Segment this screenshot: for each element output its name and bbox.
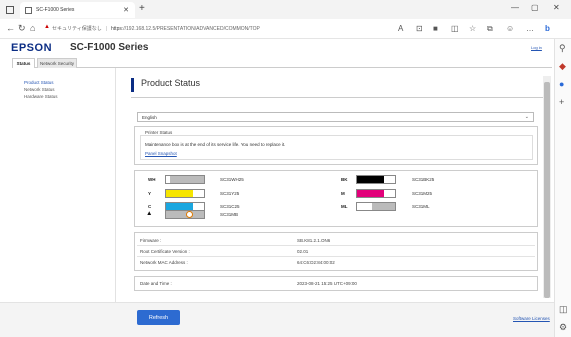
close-window-icon[interactable]: ✕ — [553, 3, 560, 12]
new-tab-icon[interactable]: + — [139, 3, 145, 14]
ink-bar-ml — [356, 202, 396, 211]
page-tabs: Status Network Security — [12, 57, 552, 68]
ink-fill-ml — [357, 203, 373, 210]
app-icon[interactable]: ■ — [433, 24, 438, 33]
ink-bar-m — [356, 189, 396, 198]
home-icon[interactable]: ⌂ — [30, 23, 35, 33]
info-divider — [137, 245, 535, 246]
settings-icon[interactable]: ⚙ — [559, 322, 567, 333]
split-icon[interactable]: ◫ — [451, 24, 459, 33]
info-value-mac: 64:C6:D2:84:00:02 — [297, 260, 335, 265]
maintenance-box-bar — [165, 210, 205, 219]
info-label-mac: Network MAC Address : — [140, 260, 188, 265]
ink-label-m: M — [341, 191, 345, 196]
window-menu-icon[interactable] — [6, 5, 14, 14]
printer-status-message: Maintenance box is at the end of its ser… — [145, 142, 286, 147]
url-field[interactable]: セキュリティ保護なし | https://192.168.12.5/PRESENTA… — [52, 25, 260, 32]
close-tab-icon[interactable]: ✕ — [123, 6, 129, 14]
address-bar: ← ↻ ⌂ ▲ セキュリティ保護なし | https://192.168.12.5/… — [0, 19, 571, 39]
ink-label-c: C — [148, 204, 152, 209]
shopping-icon[interactable]: ◆ — [559, 61, 566, 72]
datetime-value: 2023-08-21 15:25 UTC+09:00 — [297, 281, 357, 286]
search-icon[interactable]: ⚲ — [559, 43, 566, 54]
extension-icon[interactable]: ⊡ — [416, 24, 423, 33]
software-licenses-link[interactable]: Software Licenses — [513, 316, 550, 321]
url-https: https — [111, 26, 122, 32]
maintenance-box-alert-icon — [186, 211, 193, 218]
datetime-label: Date and Time : — [140, 281, 172, 286]
info-value-firmware: SB.K81.2.1.ON6 — [297, 238, 331, 243]
info-label-root-cert: Root Certificate Version : — [140, 249, 190, 254]
favorites-icon[interactable]: ☆ — [469, 24, 476, 33]
tab-title: SC-F1000 Series — [36, 7, 75, 13]
refresh-icon[interactable]: ↻ — [18, 23, 26, 34]
back-icon[interactable]: ← — [6, 23, 15, 33]
collections-icon[interactable]: ⧉ — [487, 24, 493, 34]
ink-bar-y — [165, 189, 205, 198]
sidebar-item-hardware-status[interactable]: Hardware Status — [24, 94, 58, 99]
refresh-button[interactable]: Refresh — [137, 310, 180, 325]
ink-fill-y — [166, 190, 193, 197]
ink-bar-wh — [165, 175, 205, 184]
info-divider — [137, 256, 535, 257]
info-box — [134, 232, 538, 271]
printer-status-legend: Printer Status — [143, 130, 175, 135]
read-aloud-icon[interactable]: A — [398, 24, 403, 33]
ink-code-wh: SC31WH25 — [220, 177, 244, 182]
ink-code-ml: SC31ML — [412, 204, 430, 209]
page-icon — [25, 6, 32, 14]
model-name: SC-F1000 Series — [70, 42, 149, 53]
sidebar-toggle-icon[interactable]: ◫ — [559, 304, 568, 315]
ink-fill-m — [357, 190, 384, 197]
tab-status[interactable]: Status — [12, 58, 35, 68]
footer-bar — [0, 302, 554, 337]
profile-icon[interactable]: ☺ — [506, 24, 514, 33]
printer-status-inner — [140, 135, 533, 160]
sidebar: Product Status Network Status Hardware S… — [12, 68, 116, 337]
bing-icon[interactable]: b — [545, 24, 550, 33]
add-icon[interactable]: + — [559, 97, 564, 107]
ink-code-m: SC31M25 — [412, 191, 433, 196]
warning-icon: ▲ — [44, 24, 50, 30]
maximize-icon[interactable]: ▢ — [531, 3, 539, 12]
ink-fill-bk — [357, 176, 384, 183]
browser-tab[interactable]: SC-F1000 Series ✕ — [20, 2, 135, 18]
minimize-icon[interactable]: — — [511, 3, 519, 12]
screen: SC-F1000 Series ✕ + — ▢ ✕ ← ↻ ⌂ ▲ セキュリティ… — [0, 0, 571, 337]
security-warning-text: セキュリティ保護なし — [52, 26, 102, 32]
info-value-root-cert: 02.01 — [297, 249, 309, 254]
sidebar-item-network-status[interactable]: Network Status — [24, 87, 55, 92]
login-link[interactable]: Log in — [531, 45, 542, 50]
ink-code-c: SC31C25 — [220, 204, 240, 209]
scrollbar-thumb[interactable] — [544, 82, 550, 298]
page-title: Product Status — [131, 78, 541, 92]
ink-code-bk: SC31BK25 — [412, 177, 435, 182]
sidebar-item-product-status[interactable]: Product Status — [24, 80, 54, 85]
tab-network-security[interactable]: Network Security — [37, 58, 77, 68]
ink-bar-bk — [356, 175, 396, 184]
ink-code-y: SC31Y25 — [220, 191, 240, 196]
language-select[interactable]: English ⌄ — [137, 112, 534, 122]
warning-triangle-icon: ▲ — [146, 210, 153, 217]
chevron-down-icon: ⌄ — [524, 114, 529, 120]
panel-snapshot-link[interactable]: Panel Snapshot — [145, 151, 177, 156]
ink-label-bk: BK — [341, 177, 348, 182]
title-divider — [131, 97, 546, 98]
browser-sidebar: ⚲ ◆ ● + ◫ ⚙ — [554, 39, 571, 337]
tools-icon[interactable]: ● — [559, 79, 564, 89]
ink-label-y: Y — [148, 191, 152, 196]
language-value: English — [142, 115, 157, 120]
url-path: ://192.168.12.5/PRESENTATION/ADVANCED/CO… — [121, 26, 260, 32]
info-label-firmware: Firmware : — [140, 238, 162, 243]
ink-label-ml: ML — [341, 204, 348, 209]
ink-fill-wh — [166, 176, 170, 183]
maintenance-box-code: SC31MB — [220, 212, 239, 217]
epson-logo: EPSON — [11, 42, 53, 54]
more-icon[interactable]: … — [526, 24, 534, 33]
ink-label-wh: WH — [148, 177, 156, 182]
ink-fill-c — [166, 203, 193, 210]
